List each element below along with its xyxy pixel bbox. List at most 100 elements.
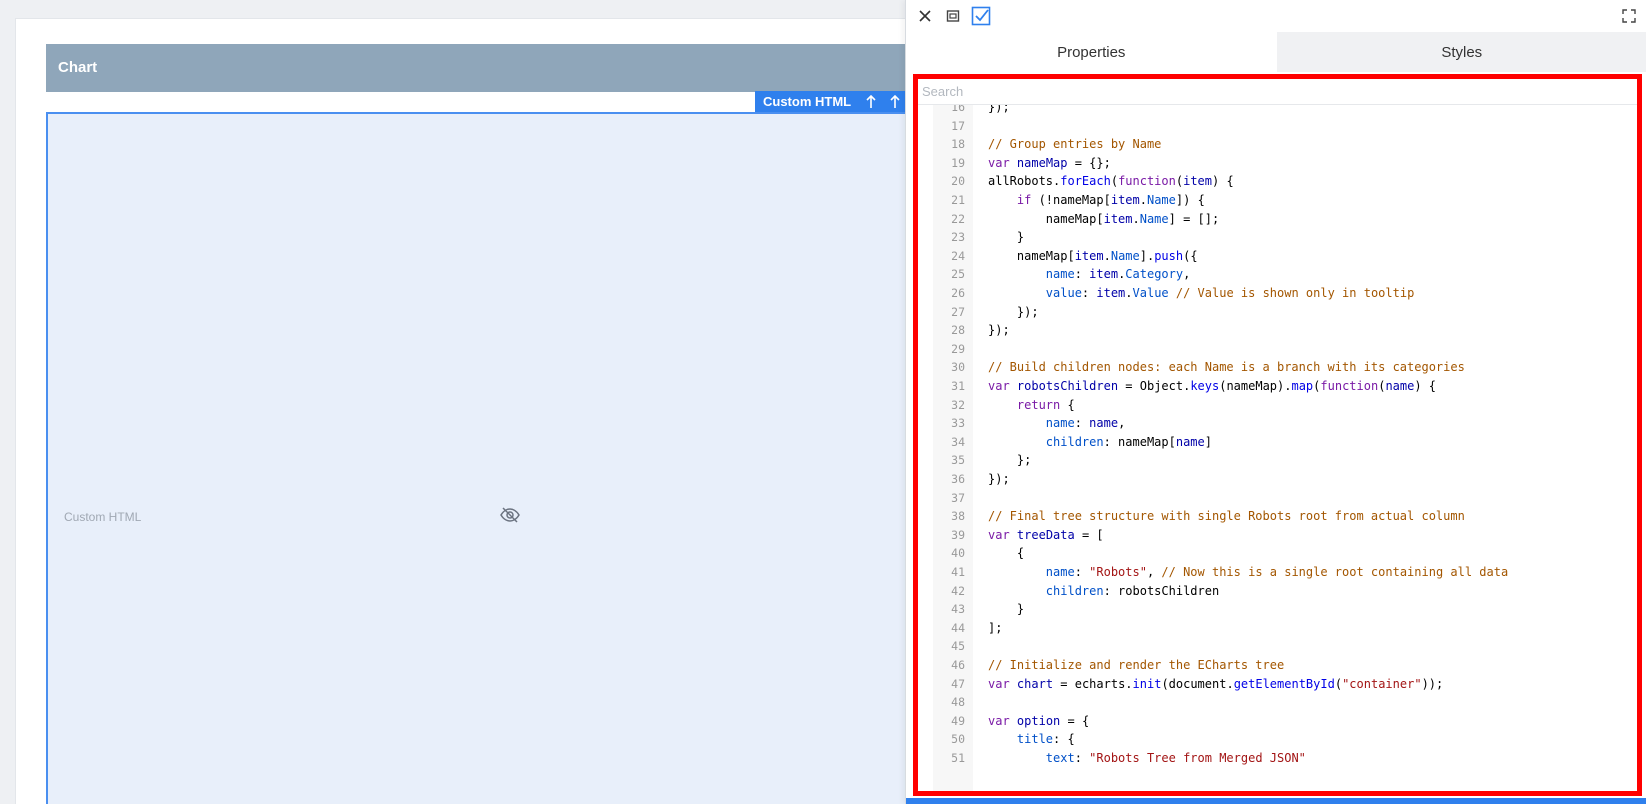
code-text: name: "Robots", // Now this is a single …	[1045, 565, 1509, 579]
tab-styles[interactable]: Styles	[1276, 32, 1646, 72]
tab-properties[interactable]: Properties	[906, 32, 1277, 72]
code-text: nameMap[item.Name].push({	[988, 248, 1198, 263]
code-text: value: item.Value // Value is shown only…	[1045, 286, 1415, 300]
fullscreen-icon[interactable]	[1617, 4, 1641, 28]
code-line: 44];	[918, 619, 1637, 638]
line-number: 33	[951, 416, 965, 431]
code-line: 24 nameMap[item.Name].push({	[918, 247, 1637, 266]
line-number: 48	[951, 695, 965, 710]
panel-bottom-bar	[906, 798, 1646, 804]
line-number: 19	[951, 155, 965, 170]
code-text: var option = {	[988, 713, 1090, 728]
line-number: 37	[951, 490, 965, 505]
chart-header: Chart	[46, 44, 906, 92]
code-text: });	[988, 323, 1010, 338]
line-number: 26	[951, 286, 965, 300]
code-text: });	[988, 304, 1039, 319]
line-number: 31	[951, 379, 965, 393]
code-text: };	[988, 453, 1032, 468]
line-number: 18	[951, 137, 965, 152]
eye-off-icon	[499, 504, 521, 526]
code-line: 45	[918, 637, 1637, 656]
move-up-icon[interactable]	[860, 91, 882, 113]
code-line: 47 var chart = echarts.init(document.getE…	[918, 675, 1637, 694]
line-number: 16	[951, 105, 965, 114]
line-number: 29	[951, 341, 965, 356]
code-line: 33 name: name,	[918, 414, 1637, 433]
close-icon[interactable]	[913, 4, 937, 28]
code-line: 19 var nameMap = {};	[918, 154, 1637, 173]
code-text: // Final tree structure with single Robo…	[988, 509, 1465, 524]
code-line: 50 title: {	[918, 730, 1637, 749]
code-text: text: "Robots Tree from Merged JSON"	[1045, 751, 1306, 765]
code-line: 41 name: "Robots", // Now this is a sing…	[918, 563, 1637, 582]
code-text: }	[988, 230, 1025, 245]
code-line: 46 // Initialize and render the ECharts t…	[918, 656, 1637, 675]
code-line: 29	[918, 340, 1637, 359]
code-line: 31 var robotsChildren = Object.keys(nameM…	[918, 377, 1637, 396]
line-number: 42	[951, 583, 965, 598]
line-number: 28	[951, 323, 965, 338]
search-input[interactable]	[918, 79, 1637, 105]
panel-tabs: Properties Styles	[906, 32, 1646, 72]
line-number: 32	[951, 397, 965, 412]
code-line: 20 allRobots.forEach(function(item) {	[918, 172, 1637, 191]
code-text: return {	[1016, 397, 1075, 412]
code-line: 18 // Group entries by Name	[918, 135, 1637, 154]
widget-label-text: Custom HTML	[763, 94, 852, 109]
line-number: 41	[951, 565, 965, 579]
code-line: 34 children: nameMap[name]	[918, 433, 1637, 452]
code-text: name: item.Category,	[1045, 267, 1191, 282]
layout-icon[interactable]	[941, 4, 965, 28]
line-number: 27	[951, 304, 965, 319]
selected-widget-label[interactable]: Custom HTML	[755, 91, 906, 113]
code-text: // Group entries by Name	[988, 137, 1162, 152]
code-text: var robotsChildren = Object.keys(nameMap…	[988, 379, 1437, 393]
code-line: 37	[918, 489, 1637, 508]
code-text: // Build children nodes: each Name is a …	[988, 360, 1465, 375]
widget-placeholder-text: Custom HTML	[64, 510, 142, 524]
code-line: 28});	[918, 321, 1637, 340]
code-line: 51 text: "Robots Tree from Merged JSON"	[918, 749, 1637, 768]
line-number: 39	[951, 527, 965, 542]
line-number: 50	[951, 732, 965, 747]
code-text: name: name,	[1045, 416, 1126, 431]
line-number: 34	[951, 434, 965, 449]
line-number: 45	[951, 639, 965, 654]
line-number: 44	[951, 620, 965, 635]
line-number: 20	[951, 174, 965, 189]
code-line: 48	[918, 693, 1637, 712]
code-text: children: robotsChildren	[1045, 583, 1220, 598]
code-text: title: {	[1016, 732, 1075, 747]
line-number: 24	[951, 248, 965, 263]
line-number: 22	[951, 211, 965, 226]
code-text: var chart = echarts.init(document.getEle…	[988, 676, 1444, 691]
line-number: 38	[951, 509, 965, 524]
code-line: 38 // Final tree structure with single Ro…	[918, 507, 1637, 526]
select-parent-icon[interactable]	[884, 91, 906, 113]
code-text: children: nameMap[name]	[1045, 434, 1212, 449]
code-editor[interactable]: 16}); 17 18 // Group entries by Name 19 var n…	[918, 105, 1637, 791]
line-number: 23	[951, 230, 965, 245]
code-line: 21 if (!nameMap[item.Name]) {	[918, 191, 1637, 210]
custom-html-widget[interactable]: Custom HTML	[46, 112, 906, 804]
code-text: if (!nameMap[item.Name]) {	[1016, 193, 1205, 207]
code-line: 27 });	[918, 303, 1637, 322]
code-line: 36});	[918, 470, 1637, 489]
code-line: 32 return {	[918, 396, 1637, 415]
code-line: 42 children: robotsChildren	[918, 582, 1637, 601]
code-line: 30 // Build children nodes: each Name is …	[918, 358, 1637, 377]
code-line: 35 };	[918, 451, 1637, 470]
line-number: 35	[951, 453, 965, 468]
line-number: 17	[951, 118, 965, 133]
panel-toolbar	[906, 0, 1646, 32]
properties-panel: Properties Styles 16}); 17 18 // Group entr…	[905, 0, 1646, 804]
code-line: 25 name: item.Category,	[918, 265, 1637, 284]
checkbox-icon[interactable]	[969, 4, 993, 28]
line-number: 40	[951, 546, 965, 561]
code-text: {	[988, 546, 1025, 561]
line-number: 43	[951, 602, 965, 617]
line-number: 51	[951, 751, 965, 765]
code-line: 49 var option = {	[918, 712, 1637, 731]
code-text: var nameMap = {};	[988, 155, 1111, 170]
